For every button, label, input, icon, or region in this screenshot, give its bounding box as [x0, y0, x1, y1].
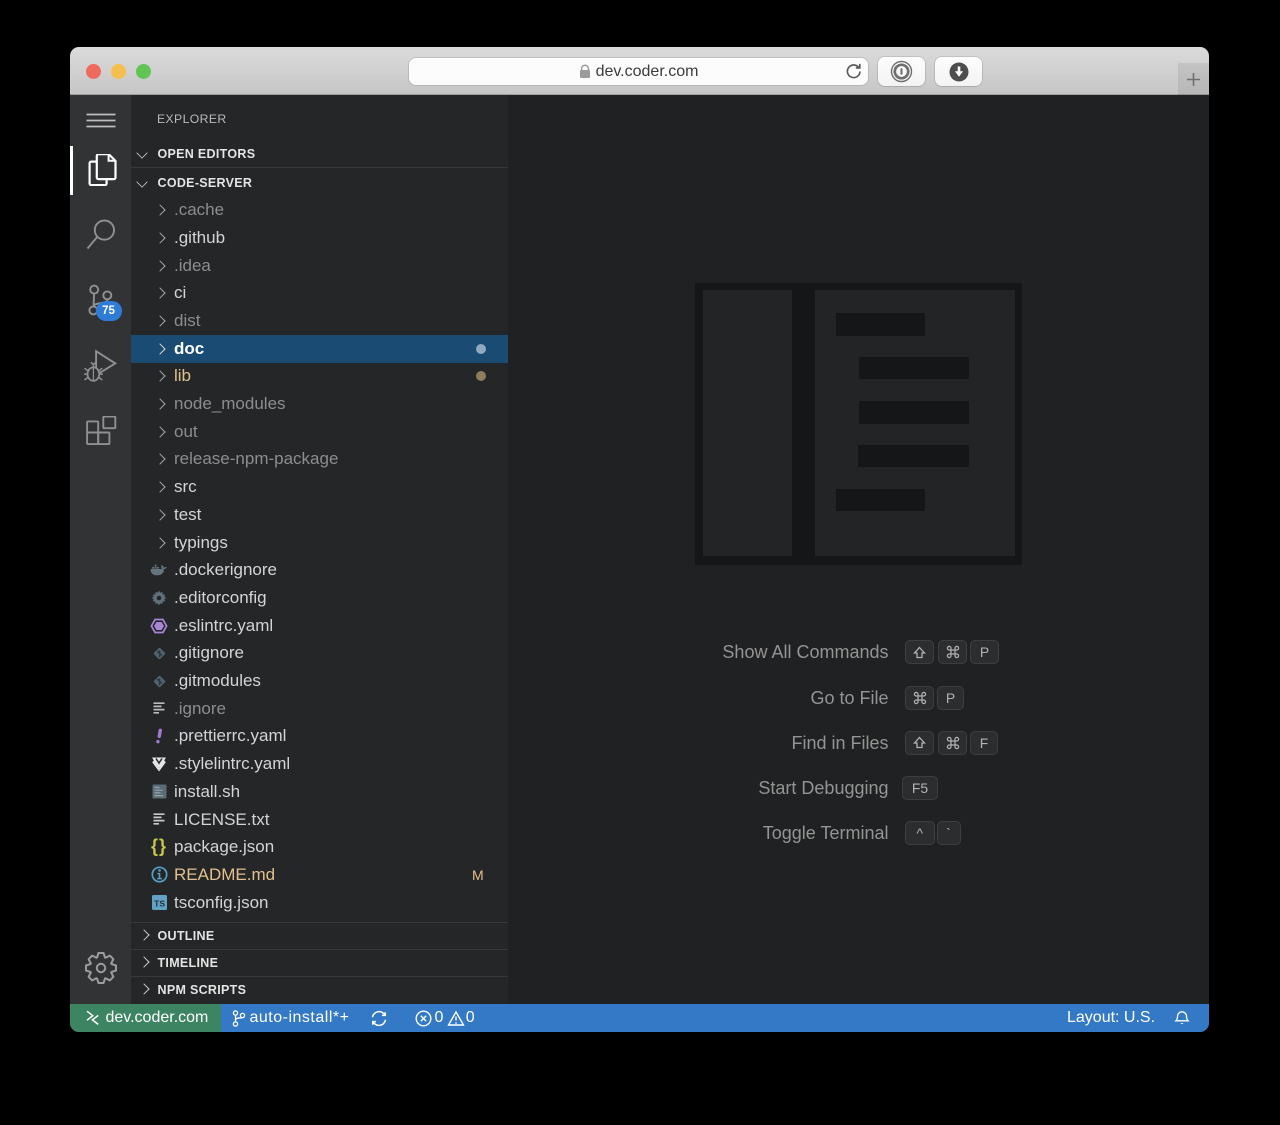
svg-text:TS: TS [154, 899, 165, 909]
